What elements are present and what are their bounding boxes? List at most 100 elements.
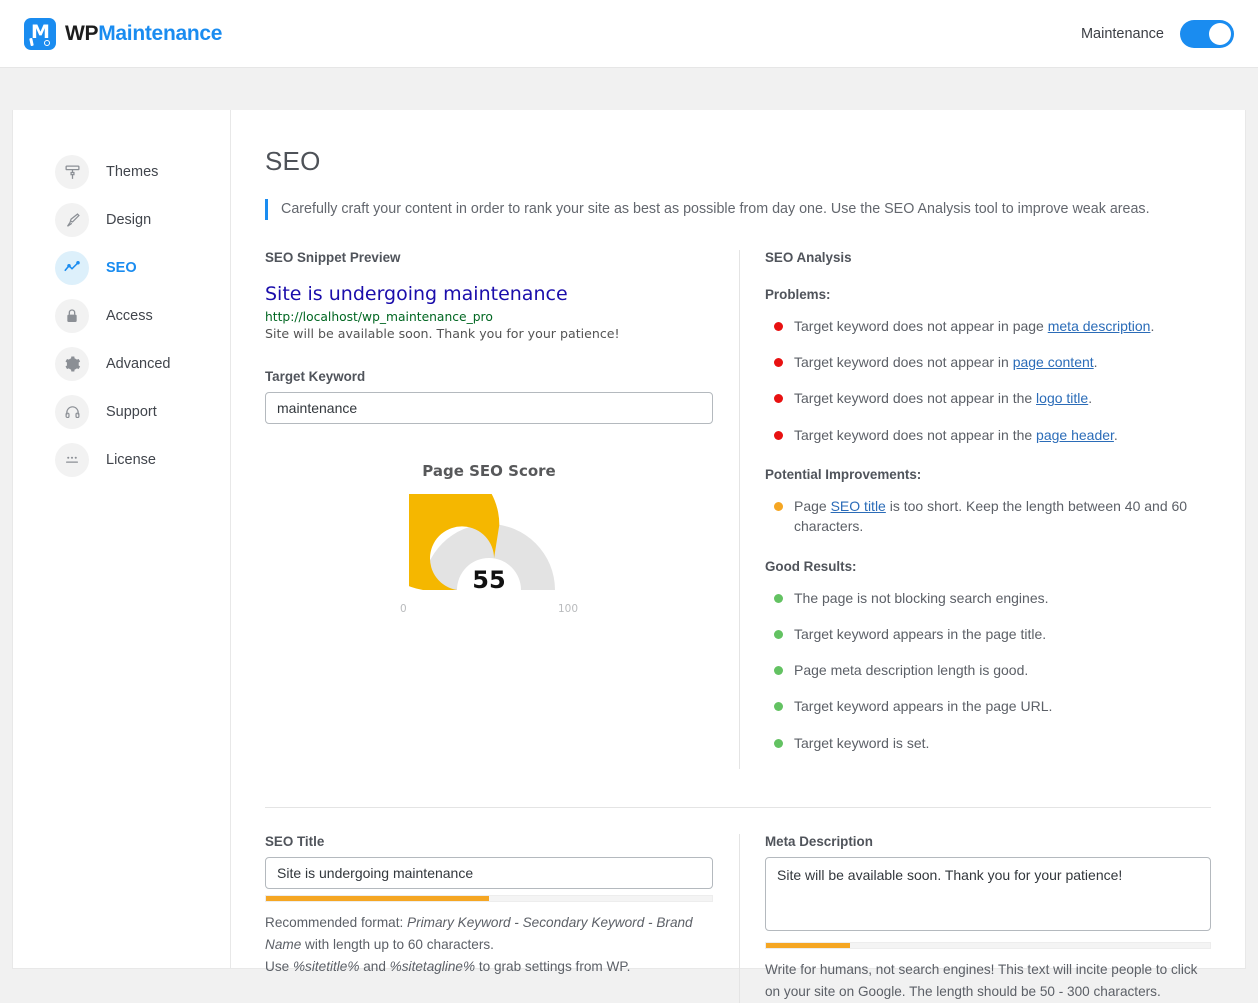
status-bullet-icon xyxy=(774,501,783,511)
sitetagline-token: %sitetagline% xyxy=(389,959,476,975)
status-bullet-icon xyxy=(774,629,783,639)
meta-description-meter-fill xyxy=(766,942,851,948)
analysis-item-list: Target keyword does not appear in page m… xyxy=(765,316,1211,445)
seo-title-hint-and: and xyxy=(359,959,390,975)
sidebar-item-seo[interactable]: SEO xyxy=(13,244,230,292)
meta-description-textarea[interactable]: Site will be available soon. Thank you f… xyxy=(765,856,1211,931)
brand-wp-label: WP xyxy=(65,21,99,45)
sidebar-item-label: Access xyxy=(106,308,153,324)
analysis-group-heading: Problems: xyxy=(765,286,831,302)
page-shell: Themes Design SEO Access Advanced Suppor… xyxy=(0,68,1258,1003)
analysis-section-title: SEO Analysis xyxy=(765,249,852,265)
seo-title-hint: Recommended format: Primary Keyword - Se… xyxy=(265,912,713,978)
brand-logo: M WPMaintenance xyxy=(24,17,222,50)
chart-line-icon xyxy=(55,251,89,285)
sidebar-item-label: Design xyxy=(106,212,152,228)
logo-dot-mark xyxy=(44,39,50,46)
top-bar: M WPMaintenance Maintenance xyxy=(0,0,1258,68)
analysis-item-text: Target keyword is set. xyxy=(794,734,930,751)
toggle-knob xyxy=(1209,22,1231,45)
sidebar-item-label: Support xyxy=(106,404,157,420)
analysis-item: Target keyword appears in the page title… xyxy=(765,624,1211,644)
gauge-max-tick: 100 xyxy=(557,602,578,615)
analysis-item: Target keyword does not appear in page c… xyxy=(765,352,1211,372)
snippet-title: Site is undergoing maintenance xyxy=(265,282,568,305)
sidebar-item-label: Advanced xyxy=(106,356,171,372)
sidebar-item-label: License xyxy=(106,452,156,468)
status-bullet-icon xyxy=(774,358,783,368)
sidebar-item-label: SEO xyxy=(106,260,137,276)
maintenance-toggle[interactable] xyxy=(1180,19,1234,48)
page-intro-text: Carefully craft your content in order to… xyxy=(265,199,1211,220)
seo-title-meter-fill xyxy=(266,895,489,901)
analysis-groups: Problems: Target keyword does not appear … xyxy=(765,287,1211,753)
sidebar-item-support[interactable]: Support xyxy=(13,388,230,436)
lock-icon xyxy=(55,299,89,333)
analysis-item-text: Target keyword appears in the page title… xyxy=(794,625,1047,642)
logo-letter: M xyxy=(31,20,50,43)
seo-title-input[interactable] xyxy=(265,856,713,889)
content-area: SEO Carefully craft your content in orde… xyxy=(231,110,1245,1003)
analysis-item-text: Target keyword does not appear in the pa… xyxy=(794,426,1118,443)
gauge-min-tick: 0 xyxy=(400,602,407,615)
status-bullet-icon xyxy=(774,593,783,603)
maintenance-toggle-group: Maintenance xyxy=(1080,19,1234,48)
analysis-group-heading: Good Results: xyxy=(765,558,857,574)
analysis-item: Target keyword does not appear in the lo… xyxy=(765,388,1211,408)
sidebar-item-themes[interactable]: Themes xyxy=(13,148,230,196)
meta-description-panel: Meta Description Site will be available … xyxy=(739,833,1211,1003)
snippet-section-title: SEO Snippet Preview xyxy=(265,249,401,265)
seo-analysis-panel: SEO Analysis Problems: Target keyword doe… xyxy=(739,249,1211,769)
analysis-item: Page SEO title is too short. Keep the le… xyxy=(765,496,1211,537)
analysis-item-list: The page is not blocking search engines.… xyxy=(765,588,1211,753)
sitetitle-token: %sitetitle% xyxy=(292,959,360,975)
target-keyword-label: Target Keyword xyxy=(265,368,366,384)
brand-maintenance-label: Maintenance xyxy=(98,21,223,45)
analysis-item-link[interactable]: page header xyxy=(1036,427,1114,443)
status-bullet-icon xyxy=(774,666,783,676)
sidebar-item-access[interactable]: Access xyxy=(13,292,230,340)
analysis-item-link[interactable]: SEO title xyxy=(831,498,886,514)
headset-icon xyxy=(55,395,89,429)
lower-columns: SEO Title Recommended format: Primary Ke… xyxy=(265,808,1211,1003)
seo-score-gauge: 55 xyxy=(409,493,569,600)
analysis-item-text: Target keyword does not appear in the lo… xyxy=(794,390,1093,407)
analysis-item: Target keyword does not appear in page m… xyxy=(765,316,1211,336)
page-title: SEO xyxy=(265,146,321,176)
sidebar-item-license[interactable]: License xyxy=(13,436,230,484)
maintenance-label: Maintenance xyxy=(1080,25,1164,42)
brand-text: WPMaintenance xyxy=(65,22,222,46)
sidebar: Themes Design SEO Access Advanced Suppor… xyxy=(13,110,231,968)
status-bullet-icon xyxy=(774,430,783,440)
gauge-ticks: 0 100 xyxy=(400,603,578,617)
sidebar-item-advanced[interactable]: Advanced xyxy=(13,340,230,388)
analysis-item: Target keyword is set. xyxy=(765,733,1211,753)
seo-score-gauge-panel: Page SEO Score 55 0 100 xyxy=(265,462,713,617)
analysis-item-text: Target keyword appears in the page URL. xyxy=(794,698,1053,715)
analysis-item-text: Target keyword does not appear in page m… xyxy=(794,317,1155,334)
status-bullet-icon xyxy=(774,394,783,404)
meta-description-length-meter xyxy=(765,941,1211,949)
analysis-item-link[interactable]: meta description xyxy=(1048,318,1151,334)
analysis-item: Target keyword appears in the page URL. xyxy=(765,696,1211,716)
seo-title-hint-mid: with length up to 60 characters. xyxy=(301,937,494,952)
key-dots-icon xyxy=(55,443,89,477)
seo-title-length-meter xyxy=(265,894,713,902)
meta-description-label: Meta Description xyxy=(765,833,873,849)
paint-brush-icon xyxy=(55,203,89,237)
main-card: Themes Design SEO Access Advanced Suppor… xyxy=(12,110,1246,1003)
analysis-item-list: Page SEO title is too short. Keep the le… xyxy=(765,496,1211,537)
analysis-item-text: Target keyword does not appear in page c… xyxy=(794,354,1098,371)
sidebar-item-design[interactable]: Design xyxy=(13,196,230,244)
gear-icon xyxy=(55,347,89,381)
status-bullet-icon xyxy=(774,738,783,748)
seo-title-hint-end: to grab settings from WP. xyxy=(475,959,631,975)
seo-title-panel: SEO Title Recommended format: Primary Ke… xyxy=(265,834,739,1003)
wp-maintenance-logo-icon: M xyxy=(24,17,56,50)
analysis-item-link[interactable]: page content xyxy=(1013,354,1094,370)
analysis-item-link[interactable]: logo title xyxy=(1036,390,1088,406)
target-keyword-input[interactable] xyxy=(265,391,713,424)
gauge-title: Page SEO Score xyxy=(422,461,556,480)
analysis-item-text: Page meta description length is good. xyxy=(794,662,1029,679)
status-bullet-icon xyxy=(774,702,783,712)
